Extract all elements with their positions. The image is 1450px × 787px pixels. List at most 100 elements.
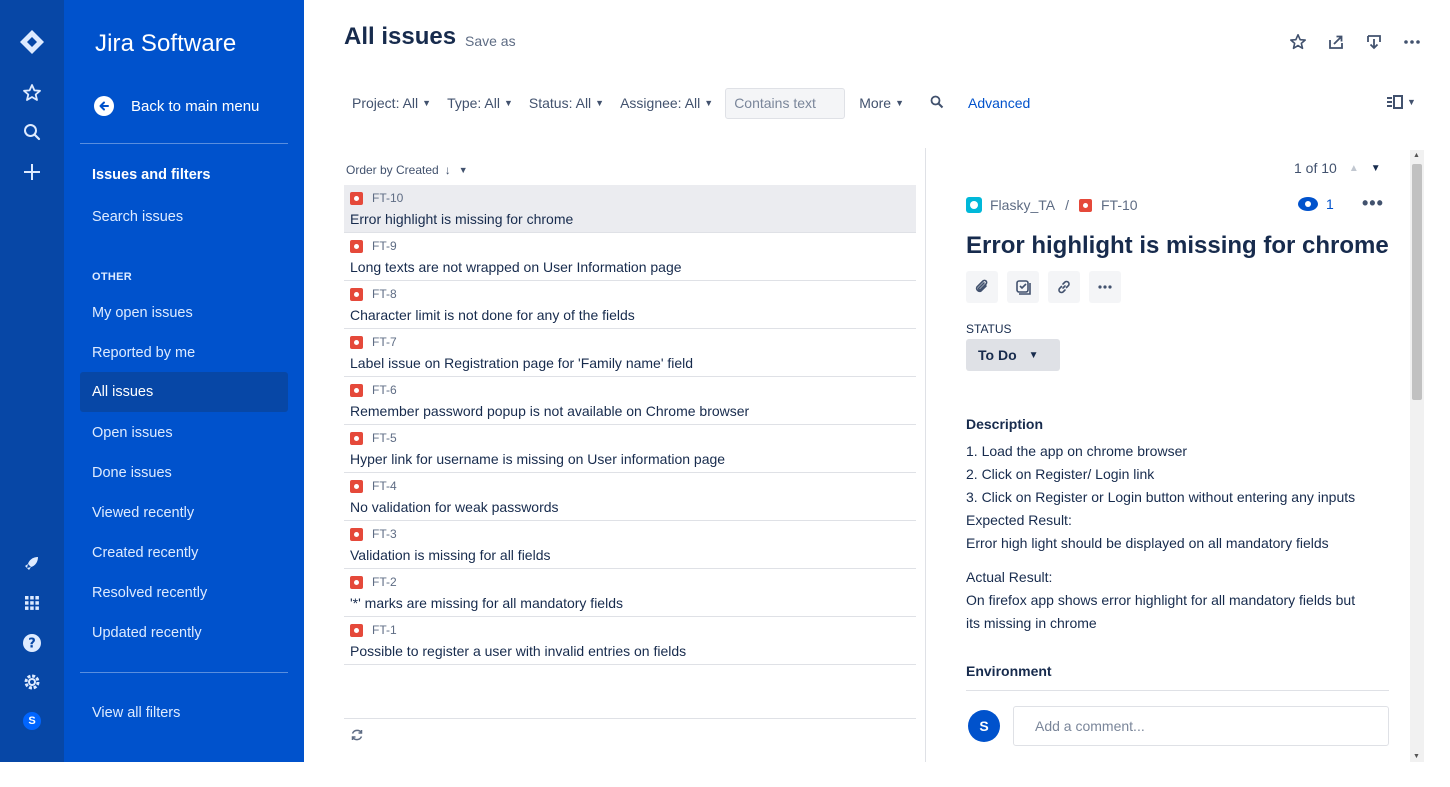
issue-row[interactable]: FT-6 Remember password popup is not avail… <box>344 377 916 425</box>
issue-key-link[interactable]: FT-10 <box>1101 197 1138 213</box>
issue-list: FT-10 Error highlight is missing for chro… <box>344 185 916 665</box>
chevron-down-icon: ▼ <box>503 98 513 108</box>
global-nav: ? S <box>0 0 64 762</box>
assignee-filter[interactable]: Assignee: All ▼ <box>612 87 721 119</box>
chevron-down-icon: ▼ <box>458 165 468 175</box>
issue-row[interactable]: FT-3 Validation is missing for all fields <box>344 521 916 569</box>
search-icon[interactable] <box>912 95 958 112</box>
comment-input[interactable]: Add a comment... <box>1013 706 1389 746</box>
plus-icon[interactable] <box>18 158 46 186</box>
issue-row[interactable]: FT-5 Hyper link for username is missing o… <box>344 425 916 473</box>
project-link[interactable]: Flasky_TA <box>990 197 1055 213</box>
issue-row[interactable]: FT-7 Label issue on Registration page for… <box>344 329 916 377</box>
detail-scrollbar[interactable]: ▲ ▼ <box>1410 150 1424 762</box>
bug-icon <box>350 431 363 445</box>
status-dropdown[interactable]: To Do ▼ <box>966 339 1060 371</box>
issue-pager: 1 of 10 ▲ ▼ <box>1294 160 1381 176</box>
help-icon[interactable]: ? <box>18 629 46 657</box>
chevron-down-icon: ▼ <box>1407 97 1416 107</box>
chevron-down-icon: ▼ <box>422 98 432 108</box>
sidebar-item-my-open-issues[interactable]: My open issues <box>80 293 288 333</box>
star-icon[interactable] <box>18 79 46 107</box>
user-avatar[interactable]: S <box>21 710 43 732</box>
scrollbar-thumb[interactable] <box>1412 164 1422 400</box>
sidebar-item-done-issues[interactable]: Done issues <box>80 453 288 493</box>
status-label: STATUS <box>966 322 1012 336</box>
sidebar-item-resolved-recently[interactable]: Resolved recently <box>80 573 288 613</box>
rocket-icon[interactable] <box>18 549 46 577</box>
description-body[interactable]: 1. Load the app on chrome browser 2. Cli… <box>966 440 1366 635</box>
sidebar-item-issues-and-filters[interactable]: Issues and filters <box>80 155 288 195</box>
sidebar-item-all-issues[interactable]: All issues <box>80 372 288 412</box>
sidebar-item-open-issues[interactable]: Open issues <box>80 413 288 453</box>
star-icon[interactable] <box>1288 32 1308 52</box>
chevron-down-icon[interactable]: ▼ <box>1371 163 1381 174</box>
more-icon[interactable] <box>1089 271 1121 303</box>
link-icon[interactable] <box>1048 271 1080 303</box>
advanced-search-link[interactable]: Advanced <box>958 95 1040 111</box>
issue-row[interactable]: FT-8 Character limit is not done for any … <box>344 281 916 329</box>
arrow-down-icon: ↓ <box>444 163 451 177</box>
bug-icon <box>1078 198 1092 212</box>
refresh-icon[interactable] <box>350 728 364 745</box>
list-layout-icon <box>1387 95 1403 109</box>
environment-heading: Environment <box>966 663 1052 679</box>
issue-row[interactable]: FT-2 '*' marks are missing for all mandat… <box>344 569 916 617</box>
issue-row[interactable]: FT-1 Possible to register a user with inv… <box>344 617 916 665</box>
bug-icon <box>350 191 363 205</box>
svg-text:?: ? <box>28 637 36 652</box>
bug-icon <box>350 623 363 637</box>
layout-switcher[interactable]: ▼ <box>1387 95 1416 109</box>
scroll-up-icon[interactable]: ▲ <box>1413 152 1420 159</box>
issue-title[interactable]: Error highlight is missing for chrome <box>966 232 1389 260</box>
apps-grid-icon[interactable] <box>18 589 46 617</box>
jira-logo-icon[interactable] <box>18 28 46 56</box>
export-icon[interactable] <box>1364 32 1384 52</box>
type-filter[interactable]: Type: All ▼ <box>439 87 521 119</box>
product-sidebar: Jira Software Back to main menu Issues a… <box>64 0 304 762</box>
save-as-button[interactable]: Save as <box>465 33 516 49</box>
issue-row[interactable]: FT-9 Long texts are not wrapped on User I… <box>344 233 916 281</box>
settings-icon[interactable] <box>18 668 46 696</box>
bug-icon <box>350 287 363 301</box>
more-icon[interactable] <box>1402 32 1422 52</box>
chevron-up-icon[interactable]: ▲ <box>1349 163 1359 174</box>
commenter-avatar: S <box>968 710 1000 742</box>
bug-icon <box>350 335 363 349</box>
jira-app: ? S Jira Software Back to main menu Issu… <box>0 0 1450 787</box>
chevron-down-icon: ▼ <box>1028 349 1039 361</box>
list-footer-divider <box>344 718 916 719</box>
environment-divider <box>966 690 1389 691</box>
sidebar-item-created-recently[interactable]: Created recently <box>80 533 288 573</box>
chevron-down-icon: ▼ <box>895 98 905 108</box>
sidebar-section-label: OTHER <box>92 271 132 283</box>
page-title: All issues <box>344 23 457 50</box>
scroll-down-icon[interactable]: ▼ <box>1413 753 1420 760</box>
bug-icon <box>350 383 363 397</box>
sidebar-item-search-issues[interactable]: Search issues <box>80 197 288 237</box>
sidebar-item-updated-recently[interactable]: Updated recently <box>80 613 288 653</box>
sidebar-item-view-all-filters[interactable]: View all filters <box>80 693 288 733</box>
header-actions <box>1270 32 1422 52</box>
panel-divider <box>925 148 926 762</box>
search-icon[interactable] <box>18 118 46 146</box>
text-search-input[interactable]: Contains text <box>725 87 846 119</box>
more-filter[interactable]: More ▼ <box>851 87 912 119</box>
project-filter[interactable]: Project: All ▼ <box>344 87 439 119</box>
bug-icon <box>350 239 363 253</box>
attachment-icon[interactable] <box>966 271 998 303</box>
share-icon[interactable] <box>1326 32 1346 52</box>
sidebar-item-reported-by-me[interactable]: Reported by me <box>80 333 288 373</box>
order-by-button[interactable]: Order by Created ↓ ▼ <box>346 163 468 177</box>
issue-row[interactable]: FT-10 Error highlight is missing for chro… <box>344 185 916 233</box>
back-to-main-menu[interactable]: Back to main menu <box>94 96 259 116</box>
bug-icon <box>350 575 363 589</box>
sidebar-divider <box>80 672 288 673</box>
subtask-icon[interactable] <box>1007 271 1039 303</box>
sidebar-divider <box>80 143 288 144</box>
watch-button[interactable]: 1 <box>1298 196 1334 212</box>
issue-row[interactable]: FT-4 No validation for weak passwords <box>344 473 916 521</box>
more-actions-icon[interactable]: ••• <box>1362 193 1384 214</box>
status-filter[interactable]: Status: All ▼ <box>521 87 612 119</box>
sidebar-item-viewed-recently[interactable]: Viewed recently <box>80 493 288 533</box>
